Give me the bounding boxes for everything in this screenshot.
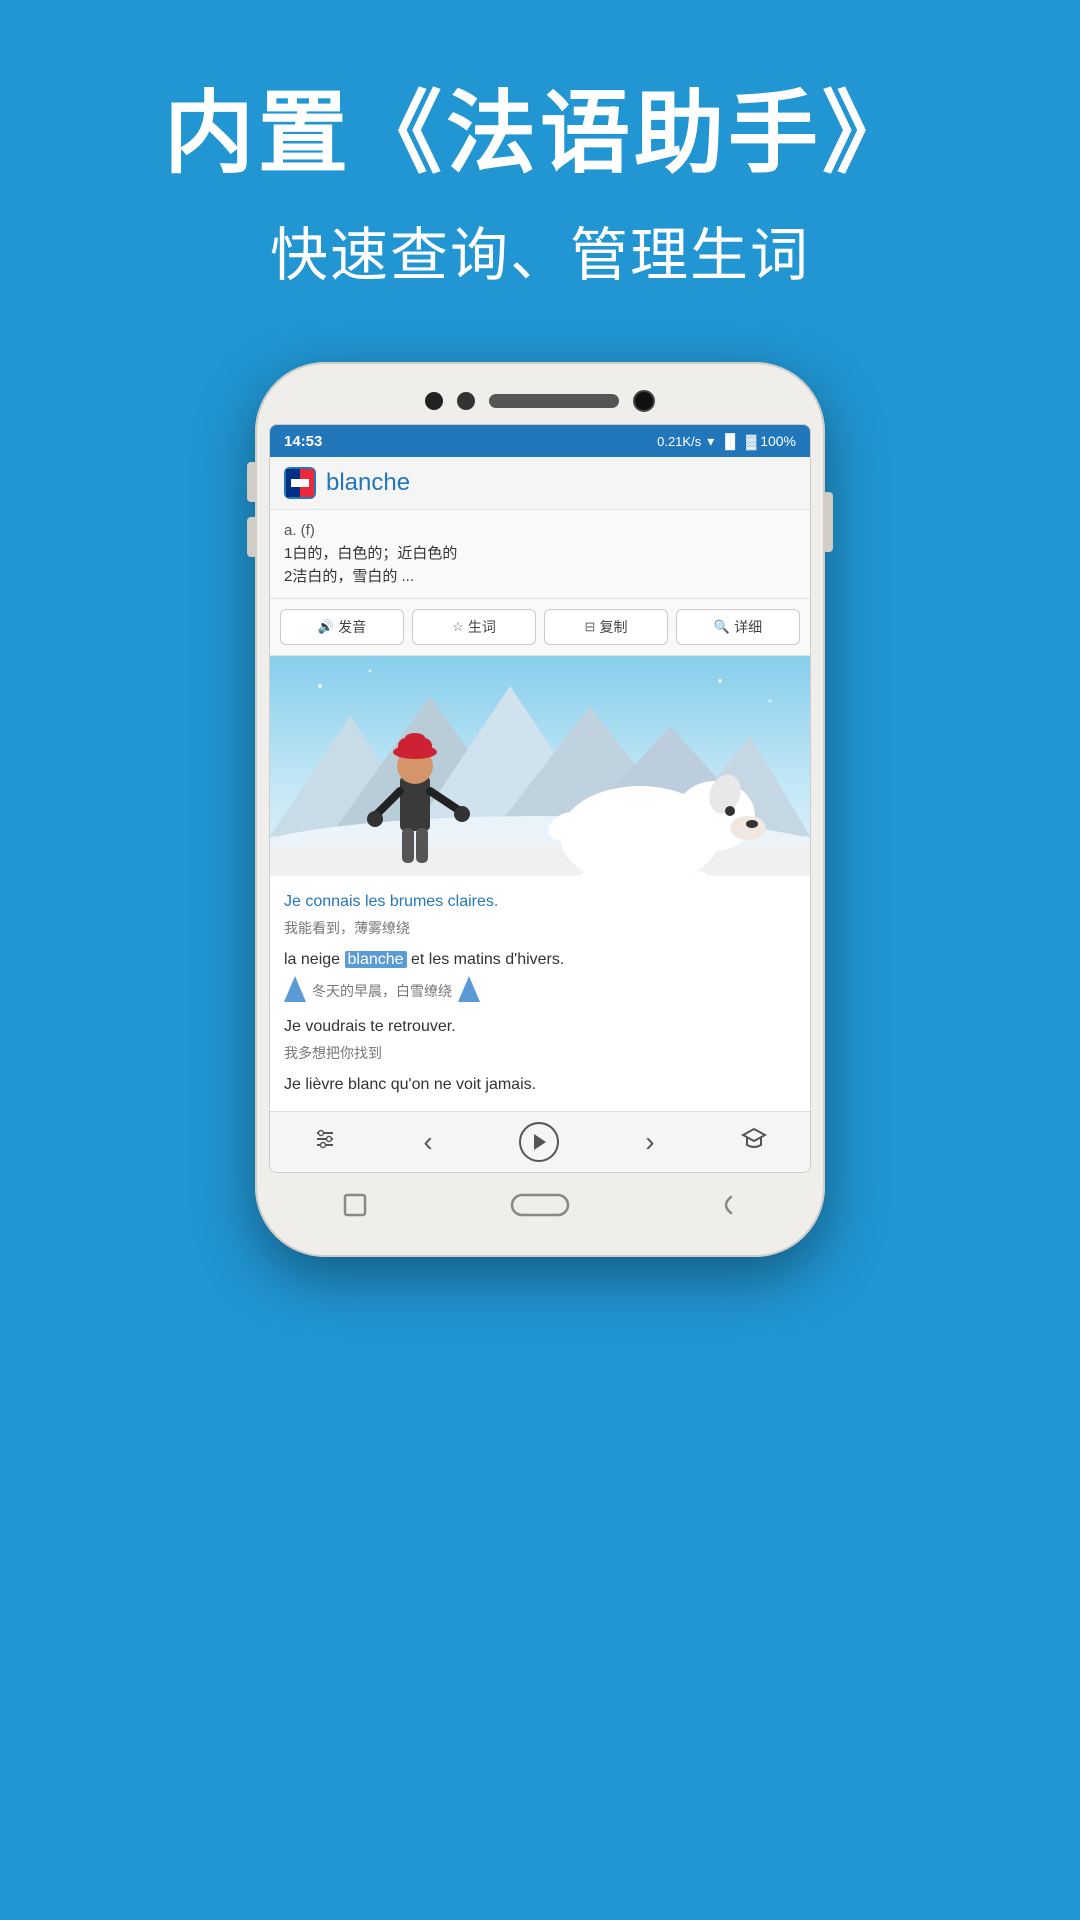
- play-button[interactable]: [519, 1122, 559, 1162]
- vocabulary-label: 生词: [468, 617, 496, 637]
- camera-dot-2: [457, 392, 475, 410]
- search-icon: 🔍: [714, 619, 730, 635]
- power-button: [825, 492, 833, 552]
- home-button[interactable]: [510, 1187, 570, 1223]
- copy-icon: ⊟: [585, 619, 596, 635]
- status-bar: 14:53 0.21K/s ▾ ▐▌ ▓ 100%: [270, 425, 810, 457]
- phone-bottom-bar: [269, 1173, 811, 1229]
- recent-apps-button[interactable]: [337, 1187, 373, 1223]
- copy-button[interactable]: ⊟ 复制: [544, 609, 668, 645]
- network-speed: 0.21K/s: [657, 434, 701, 449]
- arrow-left: [284, 976, 306, 1005]
- status-time: 14:53: [284, 433, 322, 450]
- speaker-icon: 🔊: [318, 619, 334, 635]
- snow-scene-svg: [270, 656, 810, 876]
- copy-label: 复制: [599, 617, 627, 637]
- app-logo: [284, 467, 316, 499]
- sentence-2-zh: 冬天的早晨，白雪缭绕: [284, 976, 796, 1005]
- front-camera: [633, 390, 655, 412]
- detail-button[interactable]: 🔍 详细: [676, 609, 800, 645]
- sentence-2-fr: la neige blanche et les matins d'hivers.: [284, 948, 796, 972]
- camera-dot-1: [425, 392, 443, 410]
- sentence-3-zh: 我多想把你找到: [284, 1043, 796, 1063]
- top-section: 内置《法语助手》 快速查询、管理生词: [0, 0, 1080, 332]
- definition-type: a. (f): [284, 522, 796, 539]
- sentences-area: Je connais les brumes claires. 我能看到，薄雾缭绕…: [270, 876, 810, 1111]
- arrow-right: [458, 976, 480, 1005]
- sentence-3-fr: Je voudrais te retrouver.: [284, 1015, 796, 1039]
- definition-line2: 2洁白的，雪白的 ...: [284, 566, 796, 589]
- learn-button[interactable]: [741, 1126, 767, 1158]
- play-icon: [534, 1134, 546, 1150]
- speaker-grill: [489, 394, 619, 408]
- definition-area: a. (f) 1白的，白色的；近白色的 2洁白的，雪白的 ...: [270, 510, 810, 599]
- wifi-icon: ▾: [707, 433, 714, 450]
- next-button[interactable]: ›: [645, 1126, 654, 1158]
- top-title: 内置《法语助手》: [0, 80, 1080, 188]
- pronounce-label: 发音: [338, 617, 366, 637]
- sentence-1-fr: Je connais les brumes claires.: [284, 890, 796, 914]
- detail-label: 详细: [734, 617, 762, 637]
- playback-bar: ‹ ›: [270, 1111, 810, 1172]
- star-icon: ☆: [452, 619, 464, 635]
- battery-icon: ▓ 100%: [746, 433, 796, 449]
- back-button[interactable]: [707, 1187, 743, 1223]
- status-right: 0.21K/s ▾ ▐▌ ▓ 100%: [657, 433, 796, 450]
- volume-down-button: [247, 517, 255, 557]
- top-subtitle: 快速查询、管理生词: [0, 208, 1080, 292]
- prev-button[interactable]: ‹: [423, 1126, 432, 1158]
- app-header: blanche: [270, 457, 810, 510]
- sentence-4-fr: Je lièvre blanc qu'on ne voit jamais.: [284, 1073, 796, 1097]
- signal-icon: ▐▌: [720, 433, 740, 449]
- phone-wrapper: 14:53 0.21K/s ▾ ▐▌ ▓ 100% blanche: [0, 362, 1080, 1257]
- action-buttons: 🔊 发音 ☆ 生词 ⊟ 复制 🔍 详细: [270, 599, 810, 656]
- sentence-1-zh: 我能看到，薄雾缭绕: [284, 918, 796, 938]
- volume-up-button: [247, 462, 255, 502]
- search-word: blanche: [326, 469, 410, 497]
- settings-button[interactable]: [313, 1127, 337, 1157]
- phone-top-bar: [269, 390, 811, 412]
- phone-screen: 14:53 0.21K/s ▾ ▐▌ ▓ 100% blanche: [269, 424, 811, 1173]
- highlight-blanche: blanche: [345, 951, 407, 968]
- snow-image-area: [270, 656, 810, 876]
- phone-frame: 14:53 0.21K/s ▾ ▐▌ ▓ 100% blanche: [255, 362, 825, 1257]
- definition-line1: 1白的，白色的；近白色的: [284, 543, 796, 566]
- vocabulary-button[interactable]: ☆ 生词: [412, 609, 536, 645]
- pronounce-button[interactable]: 🔊 发音: [280, 609, 404, 645]
